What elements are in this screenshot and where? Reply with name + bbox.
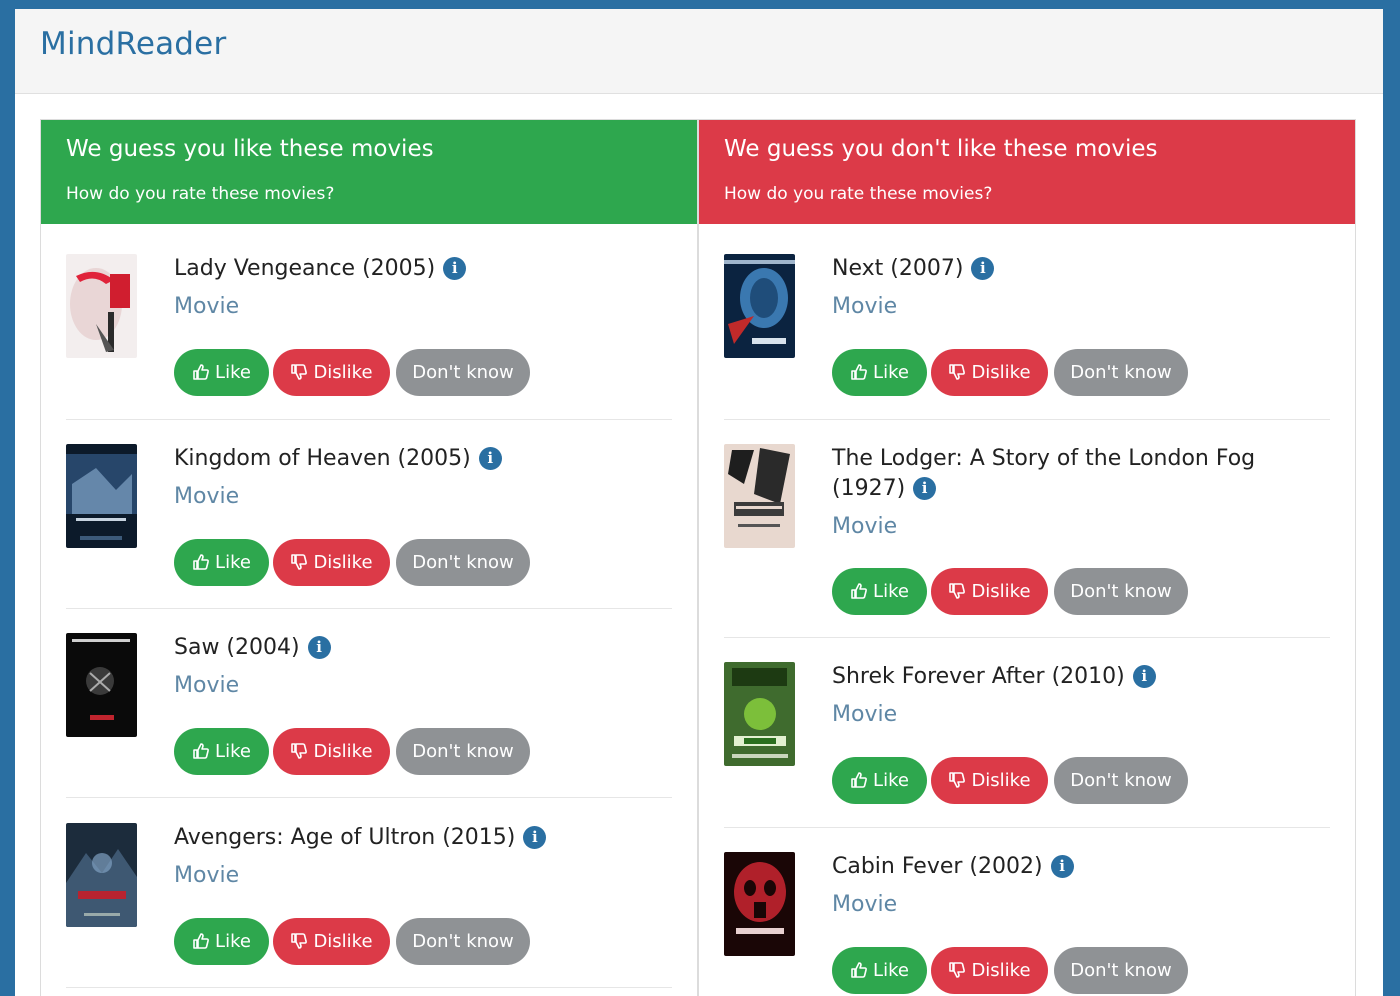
movie-title: Shrek Forever After (2010) i bbox=[832, 662, 1332, 692]
disliked-movies-panel: We guess you don't like these movies How… bbox=[698, 119, 1356, 996]
disliked-panel-subtitle: How do you rate these movies? bbox=[724, 184, 993, 204]
dont-know-button[interactable]: Don't know bbox=[396, 918, 530, 965]
thumbs-down-icon bbox=[291, 554, 308, 570]
like-button[interactable]: Like bbox=[832, 568, 927, 615]
dislike-button[interactable]: Dislike bbox=[273, 349, 390, 396]
thumbs-down-icon bbox=[949, 962, 966, 978]
thumbs-up-icon bbox=[193, 743, 209, 759]
movie-type: Movie bbox=[832, 294, 898, 319]
info-icon[interactable]: i bbox=[523, 826, 547, 849]
info-icon[interactable]: i bbox=[307, 636, 331, 659]
dislike-button[interactable]: Dislike bbox=[931, 568, 1048, 615]
like-button[interactable]: Like bbox=[174, 918, 269, 965]
dislike-button[interactable]: Dislike bbox=[931, 947, 1048, 994]
info-icon[interactable]: i bbox=[913, 477, 937, 500]
dislike-button[interactable]: Dislike bbox=[931, 349, 1048, 396]
movie-poster bbox=[724, 852, 795, 956]
dont-know-button[interactable]: Don't know bbox=[1054, 947, 1188, 994]
item-divider bbox=[724, 419, 1330, 420]
movie-title: The Lodger: A Story of the London Fog (1… bbox=[832, 446, 1256, 501]
thumbs-down-icon bbox=[291, 743, 308, 759]
dislike-button[interactable]: Dislike bbox=[273, 918, 390, 965]
like-button[interactable]: Like bbox=[174, 539, 269, 586]
liked-movies-panel: We guess you like these movies How do yo… bbox=[40, 119, 698, 996]
navbar: MindReader bbox=[15, 9, 1383, 94]
page-container: MindReader We guess you like these movie… bbox=[15, 9, 1383, 996]
dislike-button[interactable]: Dislike bbox=[273, 539, 390, 586]
dislike-button[interactable]: Dislike bbox=[931, 757, 1048, 804]
liked-panel-header: We guess you like these movies How do yo… bbox=[41, 120, 697, 224]
like-button[interactable]: Like bbox=[174, 728, 269, 775]
dont-know-button[interactable]: Don't know bbox=[1054, 349, 1188, 396]
movie-type: Movie bbox=[832, 702, 898, 727]
movie-type: Movie bbox=[174, 673, 240, 698]
dont-know-button[interactable]: Don't know bbox=[1054, 757, 1188, 804]
info-icon[interactable]: i bbox=[971, 257, 995, 280]
thumbs-down-icon bbox=[949, 364, 966, 380]
item-divider bbox=[66, 797, 672, 798]
movie-poster bbox=[66, 444, 137, 548]
movie-title: Lady Vengeance (2005) i bbox=[174, 254, 674, 284]
liked-panel-subtitle: How do you rate these movies? bbox=[66, 184, 335, 204]
thumbs-down-icon bbox=[949, 583, 966, 599]
movie-poster bbox=[724, 662, 795, 766]
dislike-button[interactable]: Dislike bbox=[273, 728, 390, 775]
liked-panel-title: We guess you like these movies bbox=[66, 136, 434, 162]
like-button[interactable]: Like bbox=[832, 947, 927, 994]
thumbs-up-icon bbox=[193, 933, 209, 949]
info-icon[interactable]: i bbox=[443, 257, 467, 280]
item-divider bbox=[66, 608, 672, 609]
like-button[interactable]: Like bbox=[174, 349, 269, 396]
info-icon[interactable]: i bbox=[1132, 665, 1156, 688]
info-icon[interactable]: i bbox=[1050, 855, 1074, 878]
movie-title: Cabin Fever (2002) i bbox=[832, 852, 1332, 882]
movie-poster bbox=[724, 254, 795, 358]
movie-type: Movie bbox=[174, 294, 240, 319]
movie-type: Movie bbox=[174, 863, 240, 888]
movie-poster bbox=[66, 633, 137, 737]
like-button[interactable]: Like bbox=[832, 349, 927, 396]
movie-title: Next (2007) i bbox=[832, 254, 1332, 284]
disliked-panel-header: We guess you don't like these movies How… bbox=[699, 120, 1355, 224]
thumbs-up-icon bbox=[851, 772, 867, 788]
movie-title: Avengers: Age of Ultron (2015) i bbox=[174, 823, 674, 853]
dont-know-button[interactable]: Don't know bbox=[396, 349, 530, 396]
thumbs-up-icon bbox=[851, 364, 867, 380]
movie-type: Movie bbox=[832, 892, 898, 917]
thumbs-up-icon bbox=[851, 583, 867, 599]
movie-poster bbox=[66, 823, 137, 927]
item-divider bbox=[724, 827, 1330, 828]
movie-poster bbox=[66, 254, 137, 358]
thumbs-up-icon bbox=[193, 364, 209, 380]
movie-type: Movie bbox=[174, 484, 240, 509]
thumbs-down-icon bbox=[291, 364, 308, 380]
info-icon[interactable]: i bbox=[478, 447, 502, 470]
thumbs-up-icon bbox=[851, 962, 867, 978]
dont-know-button[interactable]: Don't know bbox=[396, 539, 530, 586]
item-divider bbox=[724, 637, 1330, 638]
movie-type: Movie bbox=[832, 514, 898, 539]
like-button[interactable]: Like bbox=[832, 757, 927, 804]
movie-poster bbox=[724, 444, 795, 548]
thumbs-down-icon bbox=[949, 772, 966, 788]
item-divider bbox=[66, 419, 672, 420]
item-divider bbox=[66, 987, 672, 988]
app-brand[interactable]: MindReader bbox=[40, 26, 226, 62]
dont-know-button[interactable]: Don't know bbox=[1054, 568, 1188, 615]
movie-title: Kingdom of Heaven (2005) i bbox=[174, 444, 674, 474]
dont-know-button[interactable]: Don't know bbox=[396, 728, 530, 775]
disliked-panel-title: We guess you don't like these movies bbox=[724, 136, 1158, 162]
thumbs-down-icon bbox=[291, 933, 308, 949]
movie-title: Saw (2004) i bbox=[174, 633, 674, 663]
thumbs-up-icon bbox=[193, 554, 209, 570]
